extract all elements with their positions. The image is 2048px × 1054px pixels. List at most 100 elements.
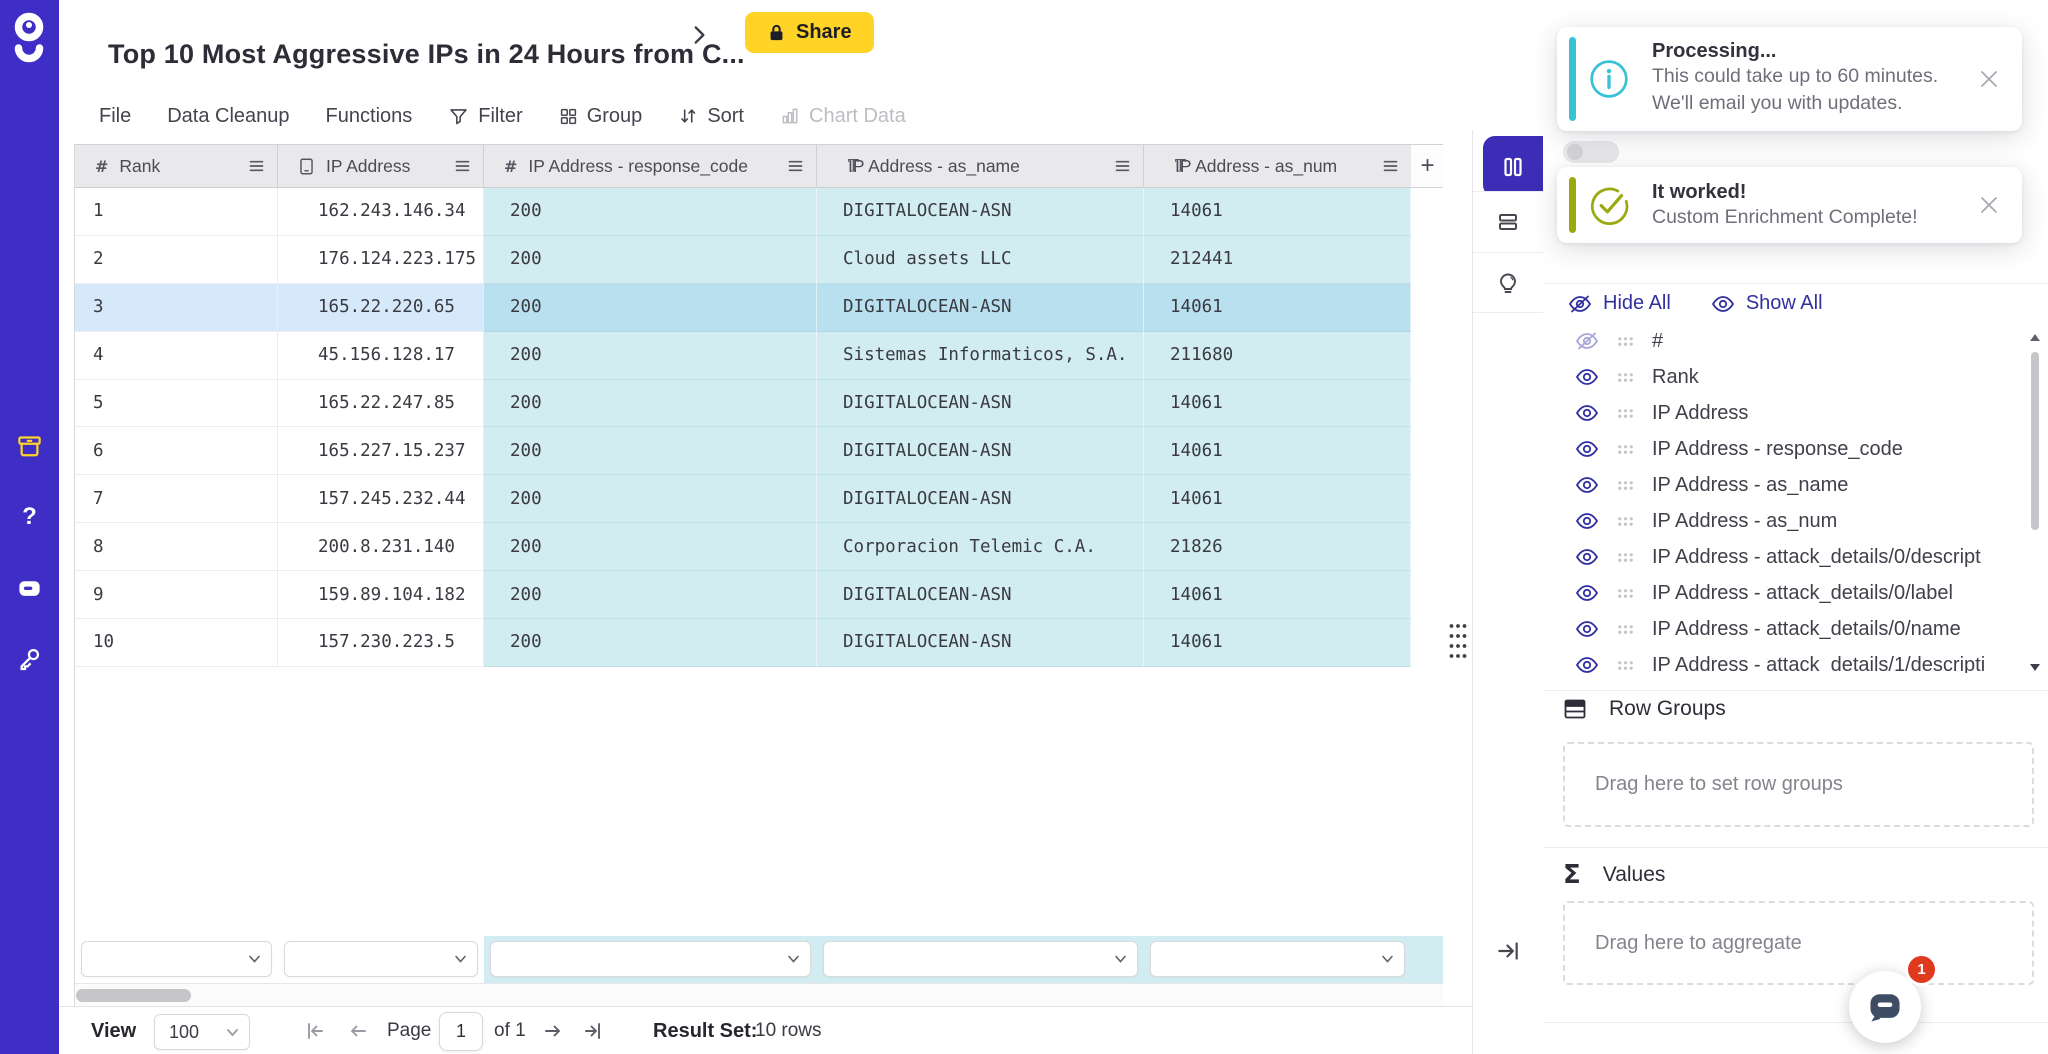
table-cell[interactable]: 200	[484, 284, 817, 332]
table-cell[interactable]: DIGITALOCEAN-ASN	[817, 571, 1144, 619]
table-cell[interactable]: 200	[484, 380, 817, 428]
table-cell[interactable]: 165.22.220.65	[278, 284, 484, 332]
table-cell[interactable]: DIGITALOCEAN-ASN	[817, 284, 1144, 332]
column-list-item[interactable]: IP Address - attack_details/0/descript	[1543, 539, 2023, 575]
drag-handle-icon[interactable]	[1617, 408, 1634, 419]
table-cell[interactable]: 159.89.104.182	[278, 571, 484, 619]
drag-handle-icon[interactable]	[1617, 516, 1634, 527]
eye-icon[interactable]	[1575, 476, 1599, 494]
table-cell[interactable]: 7	[75, 475, 278, 523]
column-menu-icon[interactable]	[788, 160, 803, 173]
table-cell[interactable]: 200	[484, 236, 817, 284]
drag-handle-icon[interactable]	[1617, 480, 1634, 491]
table-cell[interactable]: 2	[75, 236, 278, 284]
menu-file[interactable]: File	[99, 105, 131, 128]
table-cell[interactable]: 45.156.128.17	[278, 332, 484, 380]
column-header-response-code[interactable]: # IP Address - response_code	[484, 145, 817, 187]
table-cell[interactable]: 4	[75, 332, 278, 380]
column-menu-icon[interactable]	[1383, 160, 1398, 173]
key-icon[interactable]	[0, 636, 59, 680]
horizontal-scrollbar-thumb[interactable]	[76, 989, 191, 1002]
table-cell[interactable]: Cloud assets LLC	[817, 236, 1144, 284]
column-header-as-name[interactable]: T IP Address - as_name	[817, 145, 1144, 187]
column-filter-select[interactable]	[284, 941, 478, 977]
tab-insights[interactable]	[1473, 252, 1543, 313]
drag-handle-icon[interactable]	[1617, 588, 1634, 599]
page-number-input[interactable]: 1	[439, 1012, 483, 1051]
panel-resize-handle[interactable]	[1448, 622, 1468, 667]
table-cell[interactable]: 200	[484, 475, 817, 523]
next-page-button[interactable]	[541, 1019, 565, 1043]
page-size-select[interactable]: 100	[154, 1014, 250, 1050]
table-cell[interactable]: 157.230.223.5	[278, 619, 484, 667]
table-cell[interactable]: 14061	[1144, 427, 1411, 475]
column-list-item[interactable]: IP Address - as_num	[1543, 503, 2023, 539]
drag-handle-icon[interactable]	[1617, 444, 1634, 455]
table-row[interactable]: 8200.8.231.140200Corporacion Telemic C.A…	[75, 523, 1444, 571]
table-cell[interactable]: 165.227.15.237	[278, 427, 484, 475]
column-menu-icon[interactable]	[1115, 160, 1130, 173]
menu-functions[interactable]: Functions	[326, 105, 413, 128]
eye-icon[interactable]	[1575, 368, 1599, 386]
table-cell[interactable]: 200	[484, 523, 817, 571]
hide-all-button[interactable]: Hide All	[1568, 292, 1671, 315]
gigasheet-logo-icon[interactable]	[9, 10, 49, 68]
table-row[interactable]: 7157.245.232.44200DIGITALOCEAN-ASN14061	[75, 475, 1444, 523]
share-button[interactable]: Share	[745, 12, 874, 53]
table-cell[interactable]: 1	[75, 188, 278, 236]
table-row[interactable]: 3165.22.220.65200DIGITALOCEAN-ASN14061	[75, 284, 1444, 332]
table-cell[interactable]: 200.8.231.140	[278, 523, 484, 571]
eye-off-icon[interactable]	[1575, 332, 1599, 350]
table-cell[interactable]: DIGITALOCEAN-ASN	[817, 427, 1144, 475]
table-row[interactable]: 9159.89.104.182200DIGITALOCEAN-ASN14061	[75, 571, 1444, 619]
table-row[interactable]: 445.156.128.17200Sistemas Informaticos, …	[75, 332, 1444, 380]
title-chevron-icon[interactable]	[686, 22, 712, 48]
table-cell[interactable]: 165.22.247.85	[278, 380, 484, 428]
table-row[interactable]: 1162.243.146.34200DIGITALOCEAN-ASN14061	[75, 188, 1444, 236]
last-page-button[interactable]	[581, 1019, 605, 1043]
table-cell[interactable]: 9	[75, 571, 278, 619]
drag-handle-icon[interactable]	[1617, 372, 1634, 383]
menu-group[interactable]: Group	[559, 105, 643, 128]
column-filter-select[interactable]	[81, 941, 272, 977]
eye-icon[interactable]	[1575, 440, 1599, 458]
scroll-down-icon[interactable]	[2030, 664, 2040, 671]
drag-handle-icon[interactable]	[1617, 660, 1634, 671]
panel-scrollbar[interactable]	[2028, 330, 2042, 675]
menu-sort[interactable]: Sort	[678, 105, 744, 128]
show-all-button[interactable]: Show All	[1711, 292, 1823, 315]
values-dropzone[interactable]: Drag here to aggregate	[1563, 901, 2034, 985]
table-cell[interactable]: 8	[75, 523, 278, 571]
table-cell[interactable]: 176.124.223.175	[278, 236, 484, 284]
table-cell[interactable]: 5	[75, 380, 278, 428]
table-cell[interactable]: 14061	[1144, 475, 1411, 523]
table-cell[interactable]: 200	[484, 571, 817, 619]
chat-sidebar-icon[interactable]	[0, 566, 59, 610]
table-cell[interactable]: 14061	[1144, 571, 1411, 619]
first-page-button[interactable]	[303, 1019, 327, 1043]
table-row[interactable]: 5165.22.247.85200DIGITALOCEAN-ASN14061	[75, 380, 1444, 428]
column-list-item[interactable]: Rank	[1543, 359, 2023, 395]
column-menu-icon[interactable]	[249, 160, 264, 173]
column-header-ip-address[interactable]: IP Address	[278, 145, 484, 187]
table-cell[interactable]: 10	[75, 619, 278, 667]
column-list-item[interactable]: IP Address	[1543, 395, 2023, 431]
table-row[interactable]: 6165.227.15.237200DIGITALOCEAN-ASN14061	[75, 427, 1444, 475]
column-header-as-num[interactable]: T IP Address - as_num	[1144, 145, 1411, 187]
menu-filter[interactable]: Filter	[448, 105, 522, 128]
table-cell[interactable]: 14061	[1144, 188, 1411, 236]
scroll-up-icon[interactable]	[2030, 334, 2040, 341]
table-cell[interactable]: 14061	[1144, 284, 1411, 332]
column-list-item[interactable]: #	[1543, 323, 2023, 359]
previous-page-button[interactable]	[346, 1019, 370, 1043]
drag-handle-icon[interactable]	[1617, 624, 1634, 635]
table-cell[interactable]: 200	[484, 427, 817, 475]
eye-icon[interactable]	[1575, 620, 1599, 638]
eye-icon[interactable]	[1575, 404, 1599, 422]
table-cell[interactable]: 21826	[1144, 523, 1411, 571]
library-icon[interactable]	[0, 424, 59, 468]
drag-handle-icon[interactable]	[1617, 336, 1634, 347]
column-filter-select[interactable]	[1150, 941, 1405, 977]
eye-icon[interactable]	[1575, 548, 1599, 566]
table-cell[interactable]: 200	[484, 619, 817, 667]
